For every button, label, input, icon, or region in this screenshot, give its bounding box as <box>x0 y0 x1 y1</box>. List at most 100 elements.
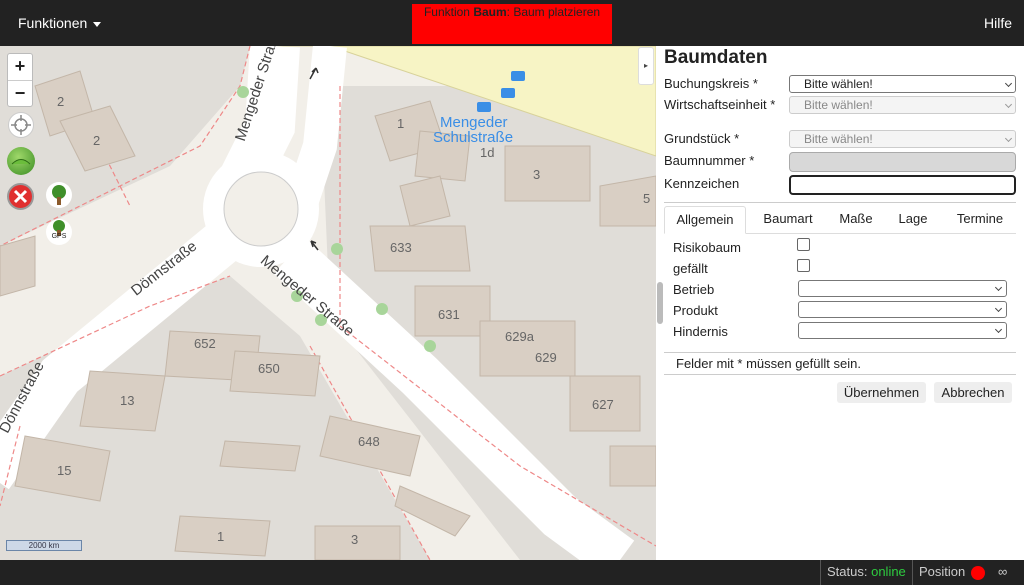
field-wirtschaftseinheit: Wirtschaftseinheit * Bitte wählen! <box>664 96 1016 128</box>
tab-allgemein[interactable]: Allgemein <box>664 206 746 234</box>
chevron-right-icon: ▸ <box>643 61 648 70</box>
produkt-label: Produkt <box>673 303 718 318</box>
house-number: 631 <box>438 307 460 322</box>
tab-baumart[interactable]: Baumart <box>752 206 824 234</box>
field-buchungskreis: Buchungskreis * Bitte wählen! <box>664 75 1016 95</box>
house-number: 3 <box>533 167 541 182</box>
place-label: Schulstraße <box>433 129 514 146</box>
functions-menu-button[interactable]: Funktionen <box>18 15 102 31</box>
house-number: 629 <box>535 350 557 365</box>
house-number: 1 <box>217 529 225 544</box>
divider <box>664 202 1016 203</box>
grundstueck-select[interactable]: Bitte wählen! <box>789 130 1016 148</box>
house-number: 15 <box>57 463 72 478</box>
house-number: 650 <box>258 361 280 376</box>
tab-lage[interactable]: Lage <box>888 206 938 234</box>
field-label: Kennzeichen <box>664 176 740 191</box>
panel-title: Baumdaten <box>664 47 768 68</box>
apply-button[interactable]: Übernehmen <box>837 382 926 403</box>
divider <box>664 374 1016 375</box>
house-number: 652 <box>194 336 216 351</box>
baumnummer-input[interactable] <box>789 152 1016 172</box>
position-label: Position <box>919 564 966 579</box>
row-hindernis: Hindernis <box>673 322 1009 340</box>
chevron-down-icon <box>1004 79 1013 88</box>
field-baumnummer: Baumnummer * <box>664 152 1016 172</box>
field-label: Buchungskreis * <box>664 76 758 91</box>
house-number: 633 <box>390 240 412 255</box>
connection-status: Status: online <box>820 560 912 585</box>
house-number: 629a <box>505 329 534 344</box>
gefaellt-label: gefällt <box>673 261 708 276</box>
position-status[interactable]: Position <box>912 560 992 585</box>
risikobaum-label: Risikobaum <box>673 240 741 255</box>
banner-function: Baum <box>473 5 507 19</box>
tab-masse[interactable]: Maße <box>830 206 882 234</box>
tab-bar: Allgemein Baumart Maße Lage Termine <box>664 206 1016 234</box>
betrieb-label: Betrieb <box>673 282 715 297</box>
house-number: 1 <box>397 116 405 131</box>
row-produkt: Produkt <box>673 301 1009 319</box>
field-label: Grundstück * <box>664 131 740 146</box>
tree-gps-icon[interactable]: GPS <box>46 219 72 245</box>
delete-icon[interactable] <box>7 183 34 210</box>
chevron-down-icon <box>994 283 1003 292</box>
collapse-panel-button[interactable]: ▸ <box>638 47 654 85</box>
tree-icon[interactable] <box>46 182 72 208</box>
field-grundstueck: Grundstück * Bitte wählen! <box>664 130 1016 150</box>
zoom-in-button[interactable]: + <box>8 54 32 80</box>
risikobaum-checkbox[interactable] <box>797 238 810 251</box>
status-value: online <box>871 564 906 579</box>
layers-icon[interactable] <box>7 147 35 175</box>
required-note: Felder mit * müssen gefüllt sein. <box>676 356 861 371</box>
produkt-select[interactable] <box>798 301 1007 318</box>
house-number: 648 <box>358 434 380 449</box>
infinity-indicator: ∞ <box>998 564 1008 579</box>
cancel-button[interactable]: Abbrechen <box>934 382 1012 403</box>
select-value: Bitte wählen! <box>804 98 873 112</box>
caret-down-icon <box>93 21 102 27</box>
house-number: 2 <box>93 133 101 148</box>
crosshair-icon[interactable] <box>8 112 34 138</box>
betrieb-select[interactable] <box>798 280 1007 297</box>
chevron-down-icon <box>994 325 1003 334</box>
panel-resize-handle[interactable] <box>657 282 663 324</box>
kennzeichen-input[interactable] <box>789 175 1016 195</box>
row-risikobaum: Risikobaum <box>673 238 1009 256</box>
top-bar: Funktionen Funktion Baum: Baum platziere… <box>0 0 1024 46</box>
functions-menu-label: Funktionen <box>18 15 88 31</box>
field-label: Wirtschaftseinheit * <box>664 97 776 112</box>
function-banner: Funktion Baum: Baum platzieren <box>412 4 612 44</box>
house-number: 3 <box>351 532 359 547</box>
gps-label: GPS <box>51 233 67 240</box>
buchungskreis-select[interactable]: Bitte wählen! <box>789 75 1016 93</box>
wirtschaftseinheit-select[interactable]: Bitte wählen! <box>789 96 1016 114</box>
select-value: Bitte wählen! <box>804 77 873 91</box>
row-gefaellt: gefällt <box>673 259 1009 277</box>
help-button[interactable]: Hilfe <box>984 15 1012 31</box>
gefaellt-checkbox[interactable] <box>797 259 810 272</box>
map-view[interactable]: Mengeder Straße Mengeder Straße Dönnstra… <box>0 46 656 560</box>
status-label: Status: <box>827 564 868 579</box>
house-number: 5 <box>643 191 651 206</box>
tree-data-panel: Baumdaten Buchungskreis * Bitte wählen! … <box>656 46 1024 560</box>
zoom-control: + − <box>7 53 33 107</box>
row-betrieb: Betrieb <box>673 280 1009 298</box>
tab-termine[interactable]: Termine <box>944 206 1016 234</box>
hindernis-label: Hindernis <box>673 324 728 339</box>
select-value: Bitte wählen! <box>804 132 873 146</box>
hindernis-select[interactable] <box>798 322 1007 339</box>
position-indicator-icon <box>971 565 986 580</box>
field-kennzeichen: Kennzeichen <box>664 175 1016 195</box>
roundabout-island <box>223 171 299 247</box>
banner-suffix: : Baum platzieren <box>506 5 601 19</box>
field-label: Baumnummer * <box>664 153 755 168</box>
chevron-down-icon <box>1004 100 1013 109</box>
house-number: 627 <box>592 397 614 412</box>
divider <box>664 352 1016 353</box>
banner-prefix: Funktion <box>423 5 474 19</box>
status-bar: Status: online Position ∞ <box>0 560 1024 585</box>
zoom-out-button[interactable]: − <box>8 80 32 106</box>
chevron-down-icon <box>994 304 1003 313</box>
chevron-down-icon <box>1004 134 1013 143</box>
